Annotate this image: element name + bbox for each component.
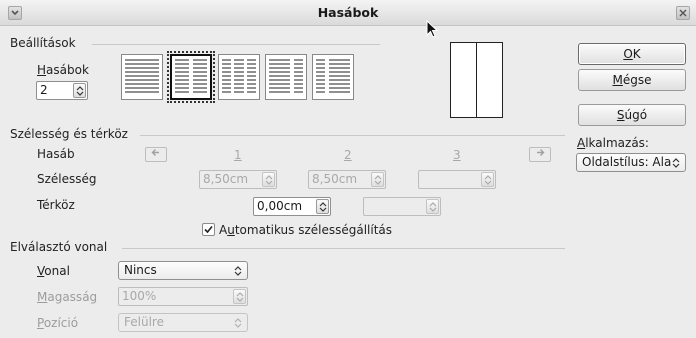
width-3-spin-button [481, 172, 494, 187]
columns-spin-field[interactable]: 2 [36, 81, 88, 100]
settings-divider [92, 44, 380, 45]
auto-width-label[interactable]: Automatikus szélességállítás [219, 223, 392, 237]
columns-label: Hasábok [37, 63, 89, 77]
one-column-preset-icon [125, 59, 159, 93]
checkmark-icon [204, 225, 213, 234]
help-button[interactable]: Súgó [578, 104, 686, 126]
apply-to-label: Alkalmazás: [577, 136, 649, 150]
width-spacing-divider [140, 135, 565, 136]
position-select: Felülre [118, 313, 248, 332]
arrow-right-icon [537, 149, 545, 156]
updown-arrows-icon [429, 202, 437, 212]
right-wide-preset-icon [316, 59, 350, 93]
ok-button[interactable]: OK [578, 43, 686, 65]
updown-arrows-icon [234, 266, 242, 276]
updown-arrows-icon [236, 292, 244, 302]
position-label: Pozíció [37, 316, 79, 330]
preset-left-wide[interactable] [265, 54, 307, 100]
window-title: Hasábok [317, 5, 379, 20]
preset-two-columns[interactable] [167, 51, 215, 103]
spacing-2-spin-button [426, 199, 439, 214]
updown-arrows-icon [672, 158, 680, 168]
separator-section-label: Elválasztó vonal [10, 240, 108, 254]
previous-columns-button[interactable] [145, 147, 167, 162]
next-columns-button[interactable] [529, 147, 551, 162]
column-label: Hasáb [37, 147, 75, 161]
preview-column-divider [476, 43, 477, 117]
width-field-1: 8,50cm [199, 170, 277, 189]
updown-arrows-icon [484, 175, 492, 185]
column-number-2: 2 [344, 148, 352, 162]
page-preview [450, 42, 503, 118]
columns-spin-button[interactable] [73, 83, 86, 98]
width-spacing-section-label: Szélesség és térköz [10, 127, 128, 141]
width-1-spin-button [262, 172, 275, 187]
close-icon [679, 9, 687, 17]
two-columns-preset-icon [175, 59, 207, 93]
spacing-field-1[interactable]: 0,00cm [253, 197, 331, 216]
cancel-button[interactable]: Mégse [578, 69, 686, 91]
preset-three-columns[interactable] [218, 54, 260, 100]
line-label: Vonal [37, 264, 70, 278]
spacing-field-2 [363, 197, 441, 216]
auto-width-checkbox[interactable] [202, 223, 215, 236]
height-label: Magasság [37, 290, 98, 304]
updown-arrows-icon [76, 86, 84, 96]
width-field-2: 8,50cm [308, 170, 386, 189]
spacing-1-spin-button[interactable] [316, 199, 329, 214]
updown-arrows-icon [265, 175, 273, 185]
height-field: 100% [118, 287, 248, 306]
preset-one-column[interactable] [121, 54, 163, 100]
column-number-3: 3 [453, 148, 461, 162]
updown-arrows-icon [234, 318, 242, 328]
line-style-select[interactable]: Nincs [118, 261, 248, 280]
width-field-3 [418, 170, 496, 189]
apply-to-select[interactable]: Oldalstílus: Ala [576, 153, 686, 172]
separator-divider [122, 248, 565, 249]
arrow-left-icon [151, 149, 159, 156]
height-spin-button [233, 289, 246, 304]
width-label: Szélesség [37, 172, 97, 186]
updown-arrows-icon [319, 202, 327, 212]
settings-section-label: Beállítások [10, 36, 76, 50]
preset-right-wide[interactable] [312, 54, 354, 100]
spacing-label: Térköz [37, 198, 75, 212]
column-number-1: 1 [234, 148, 242, 162]
updown-arrows-icon [374, 175, 382, 185]
left-wide-preset-icon [269, 59, 303, 93]
mouse-cursor-icon [426, 20, 439, 38]
three-columns-preset-icon [222, 59, 256, 93]
width-2-spin-button [371, 172, 384, 187]
close-button[interactable] [676, 6, 690, 20]
